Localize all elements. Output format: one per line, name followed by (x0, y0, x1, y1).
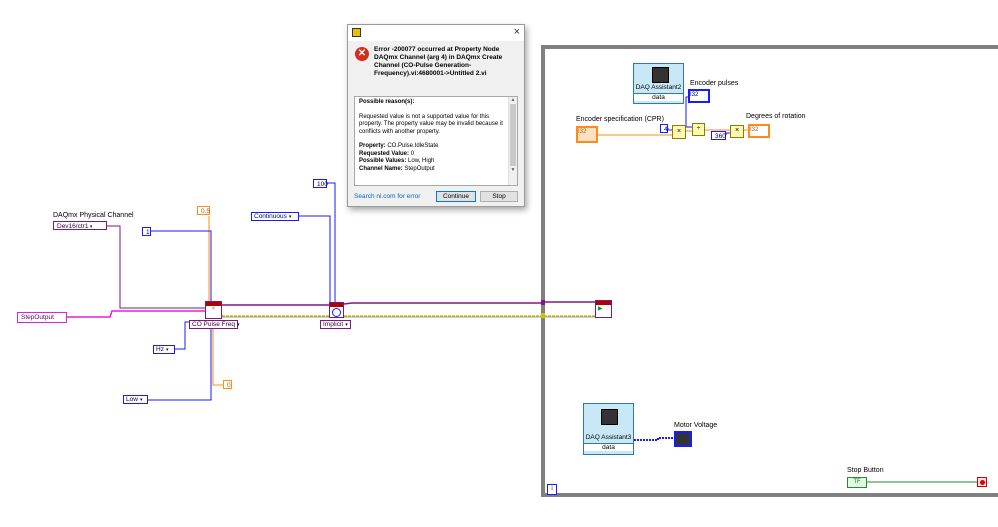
daq-assistant-3[interactable]: DAQ Assistant3 data (583, 403, 634, 455)
possible-label: Possible Values: (359, 158, 407, 164)
multiply-node: × (672, 125, 686, 139)
reason-scrollbar[interactable]: ▲ ▼ (508, 97, 517, 185)
constant-0[interactable]: 0 (223, 380, 232, 389)
constant-4[interactable]: 4 (660, 124, 668, 133)
stop-button[interactable]: Stop (480, 191, 518, 202)
tunnel-error (541, 313, 545, 318)
scroll-thumb[interactable] (510, 104, 516, 166)
step-output-constant[interactable]: StepOutput (17, 312, 67, 323)
daq-assistant-3-label: DAQ Assistant3 (585, 434, 632, 441)
encoder-spec-type: I32 (578, 129, 587, 135)
error-dialog: × ✕ Error -200077 occurred at Property N… (347, 24, 525, 207)
multiply-node-2: × (730, 125, 744, 138)
channel-line: Channel Name: StepOutput (359, 166, 505, 174)
play-icon: ▶ (598, 306, 603, 312)
constant-100[interactable]: 100 (313, 179, 328, 188)
daq-assistant-icon (652, 67, 669, 83)
units-enum[interactable]: Hz ▾ (153, 345, 175, 354)
daqmx-create-channel-node[interactable]: ≈ (205, 301, 222, 319)
continue-button[interactable]: Continue (436, 191, 476, 202)
co-pulse-freq-selector[interactable]: CO Pulse Freq ▾ (189, 320, 240, 329)
stop-button-label: Stop Button (847, 467, 884, 474)
daq-assistant-3-data: data (584, 443, 633, 451)
loop-iteration-terminal: i (547, 484, 557, 495)
physical-channel-constant[interactable]: Dev16/ctr1 ▾ (53, 221, 107, 230)
motor-voltage-label: Motor Voltage (674, 422, 718, 429)
channel-label: Channel Name: (359, 165, 403, 172)
encoder-spec-label: Encoder specification (CPR) (576, 116, 664, 123)
reason-textbox[interactable]: Possible reason(s): Requested value is n… (354, 96, 518, 186)
timing-type-selector[interactable]: Implicit ▾ (320, 320, 351, 329)
divide-node: ÷ (692, 123, 705, 136)
requested-label: Requested Value: (359, 150, 410, 157)
daq-assistant-icon (601, 409, 618, 425)
scroll-up-icon[interactable]: ▲ (509, 97, 517, 103)
loop-condition-terminal (977, 477, 987, 487)
idle-state-enum[interactable]: Low ▾ (123, 395, 148, 404)
encoder-pulses-label: Encoder pulses (690, 80, 739, 87)
daq-assistant-2-label: DAQ Assistant2 (635, 84, 682, 91)
property-value: CO.Pulse.IdleState (387, 143, 439, 149)
freq-constant-0-5[interactable]: 0.5 (197, 206, 210, 215)
physical-channel-value: Dev16/ctr1 (57, 223, 89, 230)
property-line: Property: CO.Pulse.IdleState (359, 143, 505, 151)
constant-360[interactable]: 360 (711, 131, 726, 140)
encoder-pulses-indicator: I32 (688, 89, 710, 103)
scroll-down-icon[interactable]: ▼ (509, 167, 517, 173)
error-x-icon: ✕ (355, 47, 369, 61)
tunnel-left (541, 300, 545, 305)
clock-icon (332, 308, 341, 317)
property-label: Property: (359, 143, 386, 149)
possible-line: Possible Values: Low, High (359, 158, 505, 166)
step-output-value: StepOutput (21, 314, 54, 321)
reason-text: Requested value is not a supported value… (359, 113, 503, 135)
possible-value: Low, High (408, 158, 435, 164)
encoder-spec-control[interactable]: I32 (576, 126, 598, 143)
labview-app-icon (352, 28, 361, 37)
units-enum-value: Hz (156, 346, 164, 353)
daqmx-timing-node[interactable] (329, 302, 344, 318)
sample-mode-enum[interactable]: Continuous ▾ (251, 212, 299, 221)
motor-voltage-graph (674, 431, 692, 447)
dialog-titlebar: × (348, 25, 524, 41)
sample-mode-value: Continuous (254, 213, 287, 220)
channel-value: StepOutput (404, 165, 435, 172)
stop-button-control[interactable]: TF (847, 477, 867, 488)
degrees-type: I32 (750, 127, 759, 133)
degrees-indicator: I32 (748, 124, 770, 138)
requested-line: Requested Value: 0 (359, 151, 505, 159)
idle-state-value: Low (126, 396, 138, 403)
stop-sign-icon (979, 479, 985, 485)
daqmx-start-task-node[interactable]: ▶ (595, 300, 612, 318)
constant-1[interactable]: 1 (142, 227, 151, 236)
timing-type-label: Implicit (323, 321, 344, 328)
physical-channel-label: DAQmx Physical Channel (53, 212, 134, 219)
reasons-heading: Possible reason(s): (359, 99, 415, 105)
close-icon[interactable]: × (514, 26, 520, 38)
degrees-label: Degrees of rotation (746, 113, 806, 120)
daq-assistant-2-data: data (634, 93, 683, 101)
daq-assistant-2[interactable]: DAQ Assistant2 data (633, 63, 684, 104)
requested-value: 0 (410, 150, 415, 157)
error-message: Error -200077 occurred at Property Node … (374, 46, 503, 77)
encoder-pulses-type: I32 (690, 92, 699, 98)
co-pulse-freq-label: CO Pulse Freq (192, 321, 235, 328)
search-error-link[interactable]: Search ni.com for error (354, 193, 420, 200)
